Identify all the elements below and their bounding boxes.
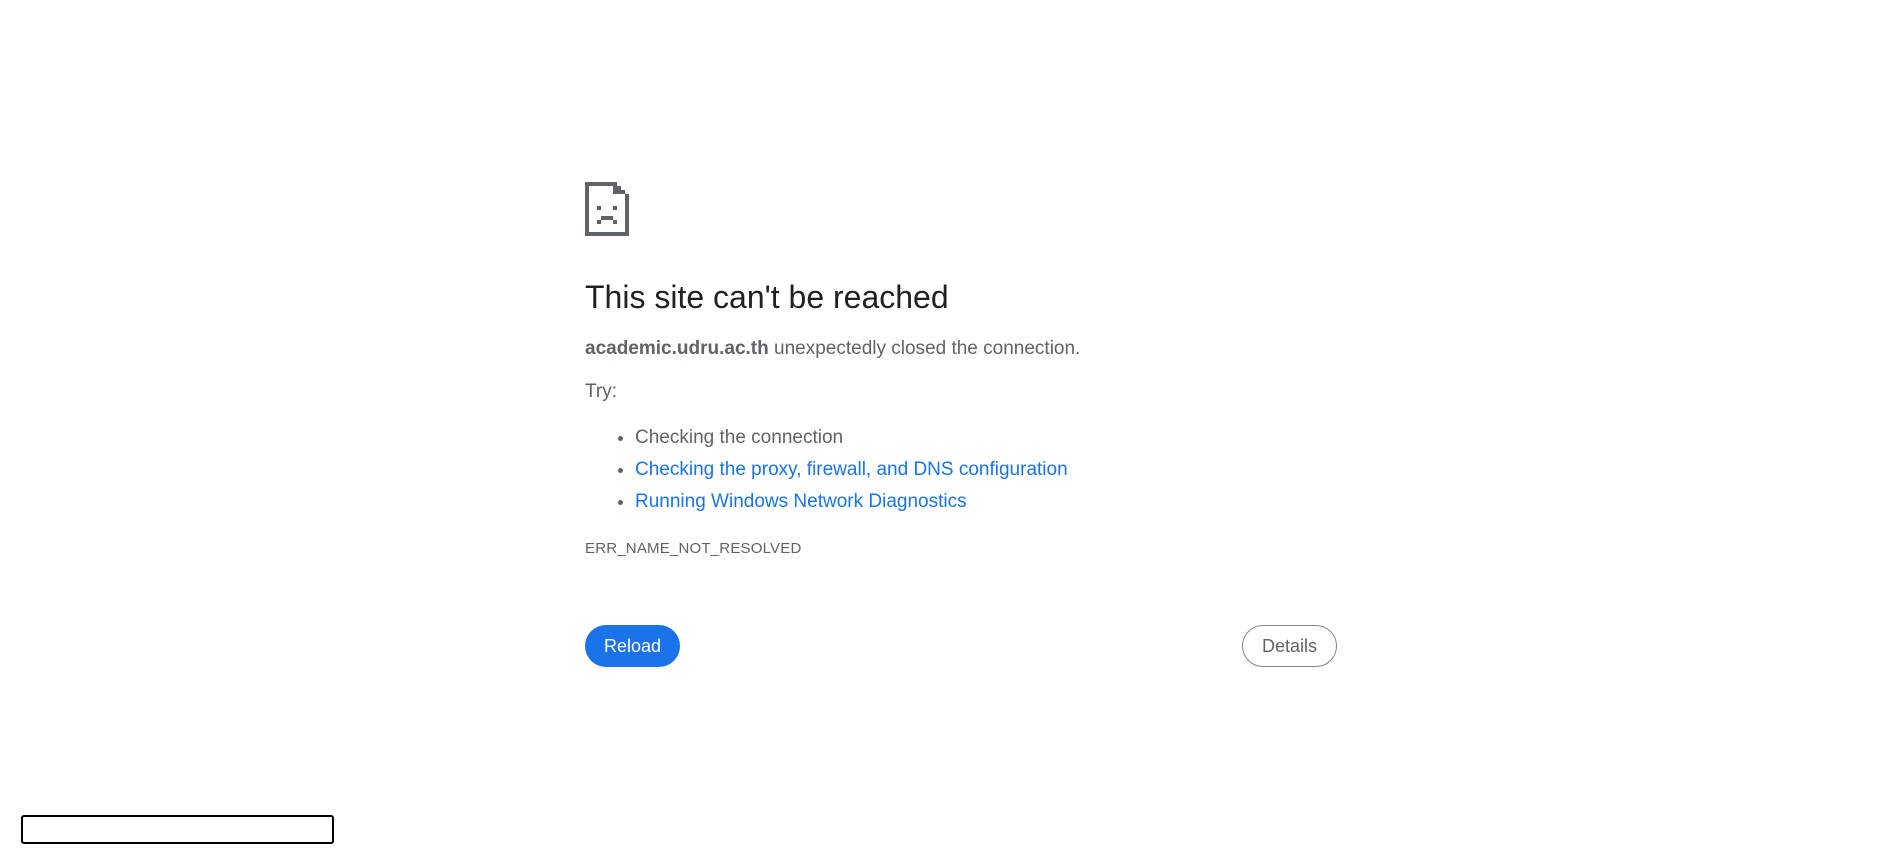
host-name: academic.udru.ac.th	[585, 338, 769, 359]
error-summary: academic.udru.ac.th unexpectedly closed …	[585, 338, 1080, 360]
suggestion-item: Running Windows Network Diagnostics	[635, 486, 1068, 518]
suggestion-check-connection: Checking the connection	[635, 427, 844, 448]
reload-button[interactable]: Reload	[585, 625, 680, 667]
error-page: This site can't be reached academic.udru…	[585, 182, 1337, 667]
suggestion-item: Checking the connection	[635, 422, 1068, 454]
suggestion-item: Checking the proxy, firewall, and DNS co…	[635, 454, 1068, 486]
try-label: Try:	[585, 381, 618, 402]
summary-text: unexpectedly closed the connection.	[768, 338, 1081, 359]
page-title: This site can't be reached	[585, 279, 949, 315]
suggestion-diagnostics-link[interactable]: Running Windows Network Diagnostics	[635, 491, 967, 512]
details-button[interactable]: Details	[1242, 625, 1337, 667]
error-code: ERR_NAME_NOT_RESOLVED	[585, 540, 802, 557]
status-box	[21, 815, 334, 844]
suggestions-list: Checking the connection Checking the pro…	[585, 422, 1068, 518]
suggestion-proxy-link[interactable]: Checking the proxy, firewall, and DNS co…	[635, 459, 1068, 480]
sad-document-icon	[585, 182, 629, 236]
